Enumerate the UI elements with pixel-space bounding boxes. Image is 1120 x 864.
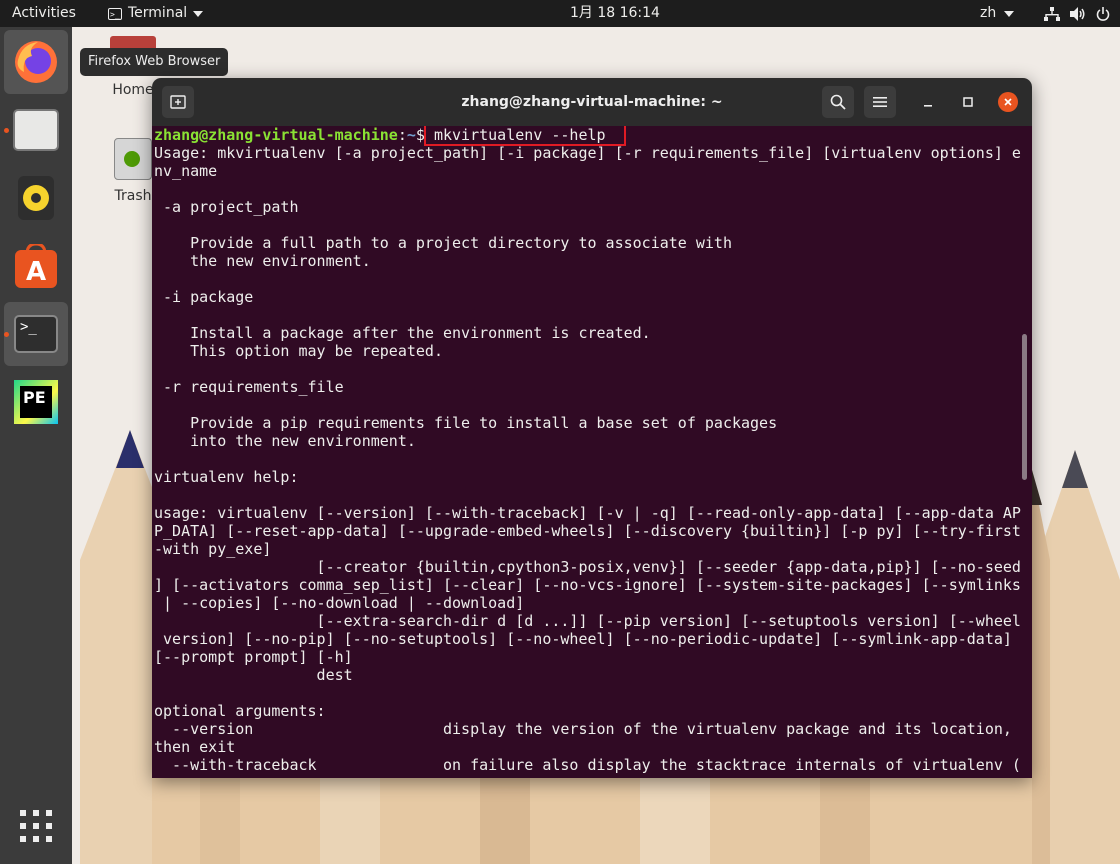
trash-label: Trash [114,188,152,204]
input-language-menu[interactable]: zh [980,0,1015,27]
language-label: zh [980,5,997,21]
app-menu[interactable]: >_ Terminal [108,0,204,27]
app-grid-icon [20,810,52,842]
trash-icon [114,138,152,180]
dock: A >_ PE [0,27,72,864]
prompt-separator: : [397,126,407,144]
maximize-button[interactable] [958,92,978,112]
close-icon [1004,98,1012,106]
prompt-user: zhang@zhang-virtual-machine [154,126,398,144]
command-text: mkvirtualenv --help [433,126,606,144]
software-icon: A [15,244,57,288]
chevron-down-icon [1004,10,1015,17]
minimize-button[interactable] [918,92,938,112]
maximize-icon [963,97,973,107]
search-icon [830,94,846,110]
activities-button[interactable]: Activities [12,0,76,27]
close-button[interactable] [998,92,1018,112]
volume-icon [1070,6,1085,21]
files-icon [13,109,59,151]
dock-tooltip: Firefox Web Browser [80,48,229,76]
rhythmbox-icon [18,176,54,220]
running-indicator [4,332,9,337]
window-titlebar[interactable]: zhang@zhang-virtual-machine: ~ [152,78,1032,126]
terminal-app-icon: >_ [108,7,122,20]
dock-firefox[interactable] [4,30,68,94]
prompt-path: ~ [406,126,416,144]
dock-files[interactable] [4,98,68,162]
app-menu-label: Terminal [128,5,188,21]
hamburger-menu-icon [873,97,887,107]
network-icon [1044,6,1060,21]
terminal-icon: >_ [14,315,58,353]
help-output: Usage: mkvirtualenv [-a project_path] [-… [154,144,1021,774]
chevron-down-icon [193,10,204,17]
dock-rhythmbox[interactable] [4,166,68,230]
search-button[interactable] [822,86,854,118]
minimize-icon [924,105,932,107]
system-tray[interactable] [1044,0,1110,27]
running-indicator [4,128,9,133]
top-bar: Activities >_ Terminal 1月 18 16:14 zh [0,0,1120,27]
firefox-icon [15,41,57,83]
svg-text:A: A [26,257,46,287]
pycharm-icon: PE [14,380,58,424]
terminal-window[interactable]: zhang@zhang-virtual-machine: ~ zhang@zha… [152,78,1032,778]
dock-pycharm[interactable]: PE [4,370,68,434]
prompt-symbol: $ [415,126,434,144]
menu-button[interactable] [864,86,896,118]
home-label: Home [112,82,154,98]
power-icon [1096,6,1110,21]
terminal-scrollbar[interactable] [1022,334,1027,480]
terminal-content[interactable]: zhang@zhang-virtual-machine:~$ mkvirtual… [152,126,1032,778]
dock-app-grid[interactable] [4,794,68,858]
terminal-output: zhang@zhang-virtual-machine:~$ mkvirtual… [154,126,1021,774]
clock[interactable]: 1月 18 16:14 [570,0,660,27]
dock-software[interactable]: A [4,234,68,298]
window-title: zhang@zhang-virtual-machine: ~ [461,94,723,110]
dock-terminal[interactable]: >_ [4,302,68,366]
desktop-trash[interactable]: Trash [108,138,158,204]
